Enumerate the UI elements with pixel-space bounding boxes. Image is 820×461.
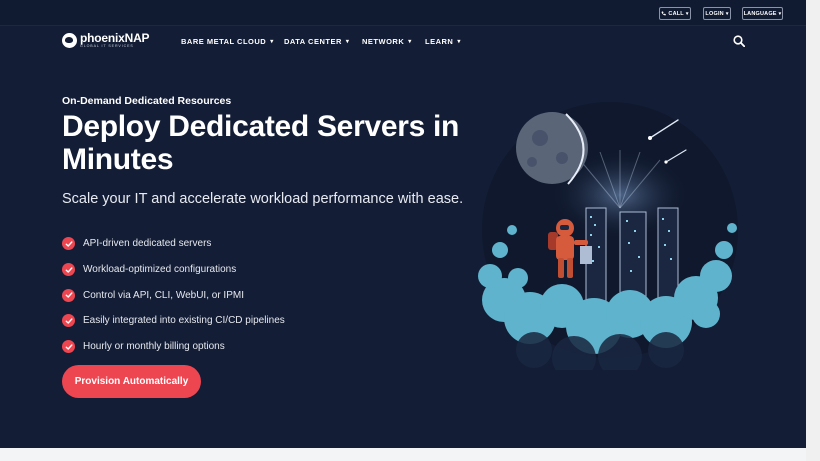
hero-illustration bbox=[478, 102, 738, 370]
next-section-strip bbox=[0, 448, 806, 461]
language-label: LANGUAGE bbox=[743, 10, 777, 17]
list-item: API-driven dedicated servers bbox=[62, 231, 285, 257]
hero-page: CALL ▾ LOGIN ▾ LANGUAGE ▾ phoenixNAP GLO… bbox=[0, 0, 806, 448]
page-title: Deploy Dedicated Servers in Minutes bbox=[62, 110, 460, 176]
nav-item-label: LEARN bbox=[425, 37, 454, 46]
call-button[interactable]: CALL ▾ bbox=[659, 7, 691, 20]
feature-text: Control via API, CLI, WebUI, or IPMI bbox=[83, 289, 244, 301]
phoenix-logo-icon bbox=[62, 32, 77, 48]
chevron-down-icon: ▾ bbox=[270, 39, 274, 45]
chevron-down-icon: ▾ bbox=[457, 39, 461, 45]
brand-tagline: GLOBAL IT SERVICES bbox=[80, 44, 134, 48]
search-icon[interactable] bbox=[733, 35, 745, 47]
nav-item-label: NETWORK bbox=[362, 37, 405, 46]
feature-text: Easily integrated into existing CI/CD pi… bbox=[83, 315, 285, 327]
provision-automatically-button[interactable]: Provision Automatically bbox=[62, 365, 201, 398]
check-icon bbox=[62, 340, 75, 354]
check-icon bbox=[62, 288, 75, 302]
list-item: Hourly or monthly billing options bbox=[62, 334, 285, 360]
feature-text: API-driven dedicated servers bbox=[83, 238, 212, 250]
brand-name: phoenixNAP bbox=[80, 31, 150, 45]
call-label: CALL bbox=[668, 10, 684, 17]
brand-logo[interactable]: phoenixNAP GLOBAL IT SERVICES bbox=[62, 31, 150, 49]
phone-icon bbox=[661, 11, 667, 16]
list-item: Control via API, CLI, WebUI, or IPMI bbox=[62, 282, 285, 308]
chevron-down-icon: ▾ bbox=[778, 10, 782, 17]
list-item: Easily integrated into existing CI/CD pi… bbox=[62, 308, 285, 334]
check-icon bbox=[62, 263, 75, 277]
feature-list: API-driven dedicated servers Workload-op… bbox=[62, 231, 285, 359]
check-icon bbox=[62, 237, 75, 251]
utility-bar: CALL ▾ LOGIN ▾ LANGUAGE ▾ bbox=[0, 0, 806, 26]
chevron-down-icon: ▾ bbox=[408, 39, 412, 45]
scrollbar[interactable] bbox=[806, 0, 820, 461]
hero-eyebrow: On-Demand Dedicated Resources bbox=[62, 95, 232, 107]
login-button[interactable]: LOGIN ▾ bbox=[703, 7, 731, 20]
nav-item-data-center[interactable]: DATA CENTER ▾ bbox=[284, 37, 349, 46]
nav-item-label: BARE METAL CLOUD bbox=[181, 37, 267, 46]
nav-item-label: DATA CENTER bbox=[284, 37, 342, 46]
nav-item-bare-metal-cloud[interactable]: BARE METAL CLOUD ▾ bbox=[181, 37, 274, 46]
nav-item-learn[interactable]: LEARN ▾ bbox=[425, 37, 461, 46]
chevron-down-icon: ▾ bbox=[685, 10, 689, 17]
feature-text: Workload-optimized configurations bbox=[83, 264, 237, 276]
chevron-down-icon: ▾ bbox=[725, 10, 729, 17]
hero-subhead: Scale your IT and accelerate workload pe… bbox=[62, 191, 464, 207]
language-button[interactable]: LANGUAGE ▾ bbox=[742, 7, 783, 20]
check-icon bbox=[62, 314, 75, 328]
list-item: Workload-optimized configurations bbox=[62, 257, 285, 283]
feature-text: Hourly or monthly billing options bbox=[83, 341, 225, 353]
moon-graphic bbox=[516, 112, 588, 185]
chevron-down-icon: ▾ bbox=[345, 39, 350, 45]
login-label: LOGIN bbox=[705, 10, 724, 17]
nav-item-network[interactable]: NETWORK ▾ bbox=[362, 37, 412, 46]
